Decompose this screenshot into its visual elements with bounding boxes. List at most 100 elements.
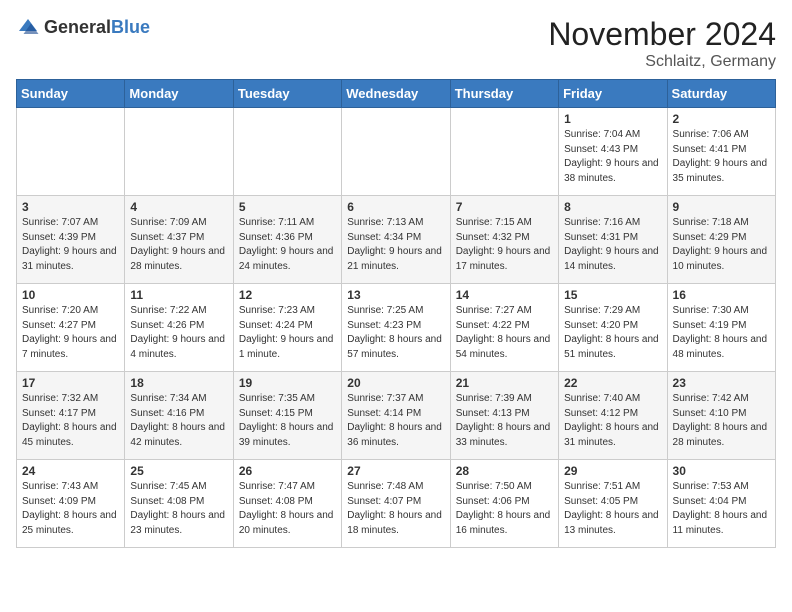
day-info: Sunrise: 7:29 AMSunset: 4:20 PMDaylight:…: [564, 304, 661, 362]
calendar-cell: 17 Sunrise: 7:32 AMSunset: 4:17 PMDayligh…: [17, 372, 125, 460]
page-header: GeneralBlue November 2024 Schlaitz, Germ…: [16, 16, 776, 71]
header-row: Sunday Monday Tuesday Wednesday Thursday…: [17, 80, 776, 108]
calendar-cell: 28 Sunrise: 7:50 AMSunset: 4:06 PMDayligh…: [450, 460, 558, 548]
day-info: Sunrise: 7:43 AMSunset: 4:09 PMDaylight:…: [22, 480, 119, 538]
day-number: 2: [673, 112, 770, 126]
day-info: Sunrise: 7:25 AMSunset: 4:23 PMDaylight:…: [347, 304, 444, 362]
calendar-cell: [17, 108, 125, 196]
day-info: Sunrise: 7:20 AMSunset: 4:27 PMDaylight:…: [22, 304, 119, 362]
day-number: 16: [673, 288, 770, 302]
calendar-cell: 3 Sunrise: 7:07 AMSunset: 4:39 PMDaylight…: [17, 196, 125, 284]
day-info: Sunrise: 7:39 AMSunset: 4:13 PMDaylight:…: [456, 392, 553, 450]
location-title: Schlaitz, Germany: [548, 53, 776, 71]
calendar-week-5: 24 Sunrise: 7:43 AMSunset: 4:09 PMDayligh…: [17, 460, 776, 548]
day-number: 9: [673, 200, 770, 214]
month-title: November 2024: [548, 16, 776, 53]
day-info: Sunrise: 7:18 AMSunset: 4:29 PMDaylight:…: [673, 216, 770, 274]
calendar-cell: 1 Sunrise: 7:04 AMSunset: 4:43 PMDaylight…: [559, 108, 667, 196]
day-number: 4: [130, 200, 227, 214]
calendar-cell: 9 Sunrise: 7:18 AMSunset: 4:29 PMDaylight…: [667, 196, 775, 284]
day-info: Sunrise: 7:53 AMSunset: 4:04 PMDaylight:…: [673, 480, 770, 538]
calendar-cell: 13 Sunrise: 7:25 AMSunset: 4:23 PMDayligh…: [342, 284, 450, 372]
day-number: 23: [673, 376, 770, 390]
calendar-table: Sunday Monday Tuesday Wednesday Thursday…: [16, 79, 776, 548]
day-number: 12: [239, 288, 336, 302]
day-number: 11: [130, 288, 227, 302]
day-info: Sunrise: 7:27 AMSunset: 4:22 PMDaylight:…: [456, 304, 553, 362]
calendar-cell: 25 Sunrise: 7:45 AMSunset: 4:08 PMDayligh…: [125, 460, 233, 548]
day-info: Sunrise: 7:22 AMSunset: 4:26 PMDaylight:…: [130, 304, 227, 362]
calendar-cell: 21 Sunrise: 7:39 AMSunset: 4:13 PMDayligh…: [450, 372, 558, 460]
day-number: 22: [564, 376, 661, 390]
day-number: 13: [347, 288, 444, 302]
day-info: Sunrise: 7:07 AMSunset: 4:39 PMDaylight:…: [22, 216, 119, 274]
calendar-week-2: 3 Sunrise: 7:07 AMSunset: 4:39 PMDaylight…: [17, 196, 776, 284]
header-monday: Monday: [125, 80, 233, 108]
calendar-week-3: 10 Sunrise: 7:20 AMSunset: 4:27 PMDayligh…: [17, 284, 776, 372]
day-number: 5: [239, 200, 336, 214]
day-info: Sunrise: 7:15 AMSunset: 4:32 PMDaylight:…: [456, 216, 553, 274]
day-info: Sunrise: 7:50 AMSunset: 4:06 PMDaylight:…: [456, 480, 553, 538]
day-number: 20: [347, 376, 444, 390]
day-number: 24: [22, 464, 119, 478]
logo: GeneralBlue: [16, 16, 150, 40]
calendar-cell: 18Sunrise: 7:34 AMSunset: 4:16 PMDayligh…: [125, 372, 233, 460]
calendar-cell: 26Sunrise: 7:47 AMSunset: 4:08 PMDayligh…: [233, 460, 341, 548]
calendar-week-4: 17 Sunrise: 7:32 AMSunset: 4:17 PMDayligh…: [17, 372, 776, 460]
calendar-cell: 22Sunrise: 7:40 AMSunset: 4:12 PMDayligh…: [559, 372, 667, 460]
day-number: 27: [347, 464, 444, 478]
day-info: Sunrise: 7:45 AMSunset: 4:08 PMDaylight:…: [130, 480, 227, 538]
calendar-cell: 7 Sunrise: 7:15 AMSunset: 4:32 PMDaylight…: [450, 196, 558, 284]
day-info: Sunrise: 7:06 AMSunset: 4:41 PMDaylight:…: [673, 128, 770, 186]
day-number: 25: [130, 464, 227, 478]
day-info: Sunrise: 7:11 AMSunset: 4:36 PMDaylight:…: [239, 216, 336, 274]
header-sunday: Sunday: [17, 80, 125, 108]
calendar-cell: [450, 108, 558, 196]
day-info: Sunrise: 7:42 AMSunset: 4:10 PMDaylight:…: [673, 392, 770, 450]
header-thursday: Thursday: [450, 80, 558, 108]
day-info: Sunrise: 7:35 AMSunset: 4:15 PMDaylight:…: [239, 392, 336, 450]
logo-icon: [16, 16, 40, 40]
day-number: 21: [456, 376, 553, 390]
calendar-cell: 14 Sunrise: 7:27 AMSunset: 4:22 PMDayligh…: [450, 284, 558, 372]
day-number: 6: [347, 200, 444, 214]
day-info: Sunrise: 7:48 AMSunset: 4:07 PMDaylight:…: [347, 480, 444, 538]
header-wednesday: Wednesday: [342, 80, 450, 108]
calendar-cell: 12Sunrise: 7:23 AMSunset: 4:24 PMDayligh…: [233, 284, 341, 372]
day-number: 3: [22, 200, 119, 214]
day-number: 30: [673, 464, 770, 478]
calendar-cell: 2 Sunrise: 7:06 AMSunset: 4:41 PMDaylight…: [667, 108, 775, 196]
calendar-cell: 20 Sunrise: 7:37 AMSunset: 4:14 PMDayligh…: [342, 372, 450, 460]
calendar-cell: 30 Sunrise: 7:53 AMSunset: 4:04 PMDayligh…: [667, 460, 775, 548]
calendar-cell: 29Sunrise: 7:51 AMSunset: 4:05 PMDayligh…: [559, 460, 667, 548]
day-number: 26: [239, 464, 336, 478]
calendar-cell: 8Sunrise: 7:16 AMSunset: 4:31 PMDaylight…: [559, 196, 667, 284]
calendar-cell: 6Sunrise: 7:13 AMSunset: 4:34 PMDaylight…: [342, 196, 450, 284]
day-info: Sunrise: 7:32 AMSunset: 4:17 PMDaylight:…: [22, 392, 119, 450]
day-number: 14: [456, 288, 553, 302]
day-number: 10: [22, 288, 119, 302]
day-number: 7: [456, 200, 553, 214]
day-info: Sunrise: 7:09 AMSunset: 4:37 PMDaylight:…: [130, 216, 227, 274]
calendar-cell: 16Sunrise: 7:30 AMSunset: 4:19 PMDayligh…: [667, 284, 775, 372]
day-info: Sunrise: 7:37 AMSunset: 4:14 PMDaylight:…: [347, 392, 444, 450]
header-saturday: Saturday: [667, 80, 775, 108]
day-info: Sunrise: 7:16 AMSunset: 4:31 PMDaylight:…: [564, 216, 661, 274]
day-number: 17: [22, 376, 119, 390]
calendar-cell: 15Sunrise: 7:29 AMSunset: 4:20 PMDayligh…: [559, 284, 667, 372]
calendar-cell: 24 Sunrise: 7:43 AMSunset: 4:09 PMDayligh…: [17, 460, 125, 548]
header-tuesday: Tuesday: [233, 80, 341, 108]
day-number: 28: [456, 464, 553, 478]
logo-text: GeneralBlue: [44, 18, 150, 38]
calendar-cell: [233, 108, 341, 196]
day-number: 19: [239, 376, 336, 390]
calendar-cell: [125, 108, 233, 196]
calendar-cell: 19 Sunrise: 7:35 AMSunset: 4:15 PMDayligh…: [233, 372, 341, 460]
day-number: 1: [564, 112, 661, 126]
day-number: 29: [564, 464, 661, 478]
day-info: Sunrise: 7:04 AMSunset: 4:43 PMDaylight:…: [564, 128, 661, 186]
calendar-cell: 23 Sunrise: 7:42 AMSunset: 4:10 PMDayligh…: [667, 372, 775, 460]
title-block: November 2024 Schlaitz, Germany: [548, 16, 776, 71]
calendar-cell: 4 Sunrise: 7:09 AMSunset: 4:37 PMDaylight…: [125, 196, 233, 284]
calendar-week-1: 1 Sunrise: 7:04 AMSunset: 4:43 PMDaylight…: [17, 108, 776, 196]
